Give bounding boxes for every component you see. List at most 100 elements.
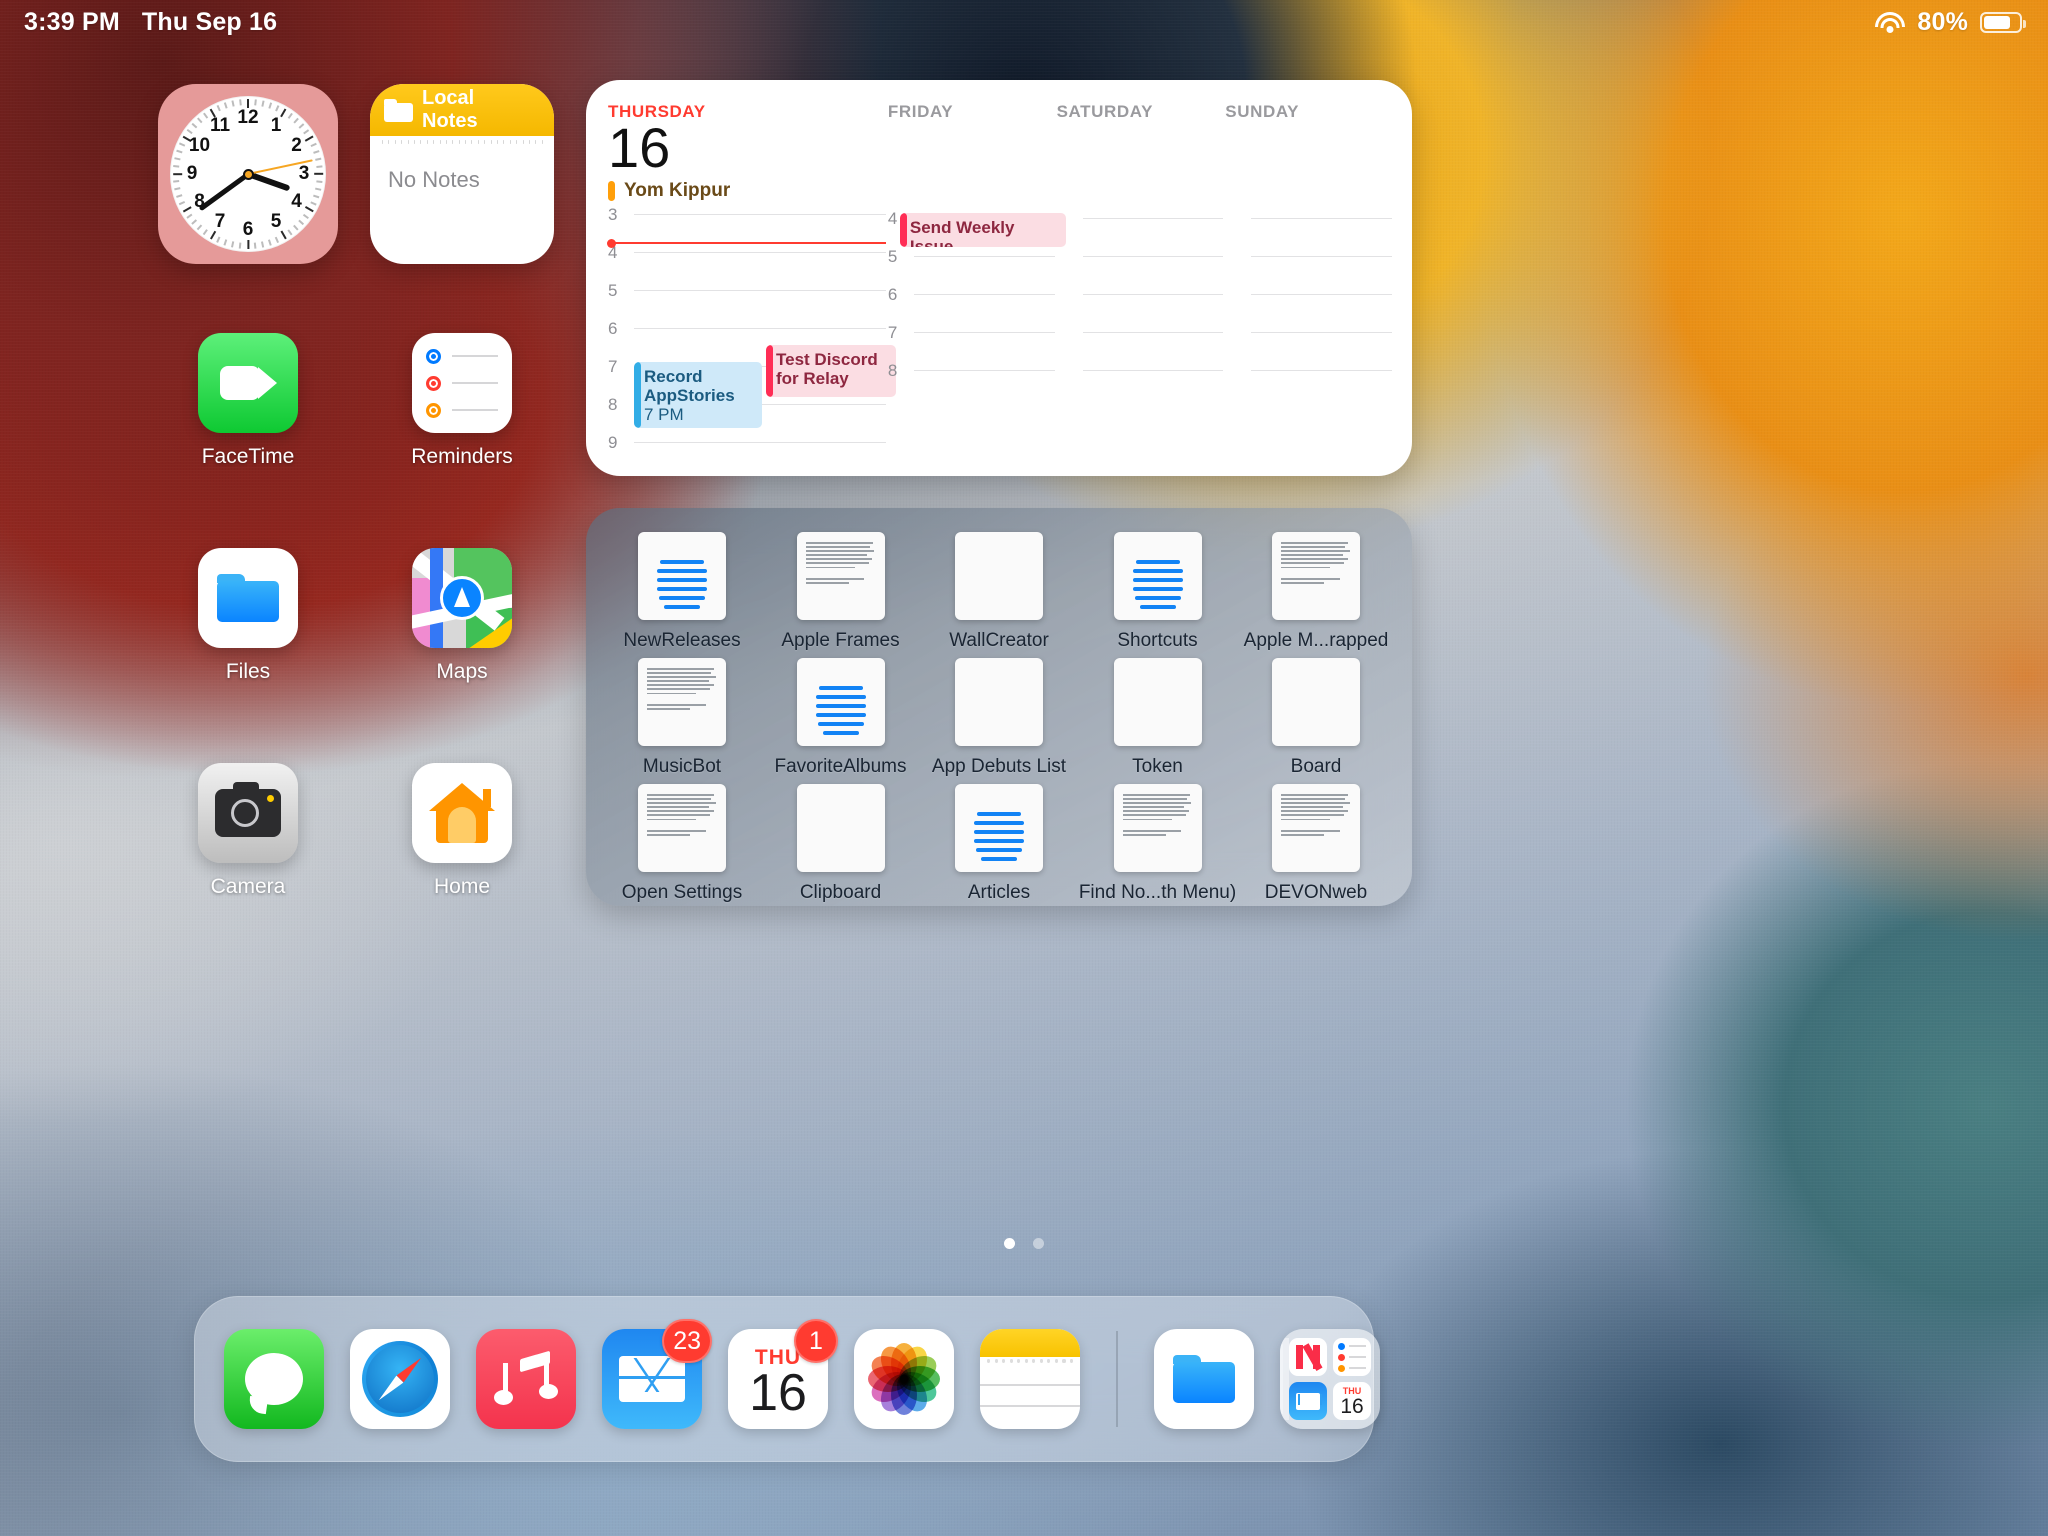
app-maps[interactable]: Maps <box>382 548 542 684</box>
shortcut-item[interactable]: Shortcuts <box>1090 532 1226 652</box>
clock-tick <box>261 241 265 248</box>
calendar-hour-label: 8 <box>887 361 898 380</box>
clock-tick <box>310 142 317 147</box>
clock-tick <box>268 102 272 109</box>
clock-tick <box>303 129 310 135</box>
page-dot[interactable] <box>1033 1238 1044 1249</box>
clock-tick <box>293 117 299 124</box>
clock-numeral: 11 <box>209 114 231 136</box>
clock-tick <box>197 224 203 231</box>
holiday-label: Yom Kippur <box>624 180 731 201</box>
shortcut-item[interactable]: Token <box>1090 658 1226 778</box>
clock-tick <box>231 241 235 248</box>
calendar-column-thursday[interactable]: THURSDAY 16 Yom Kippur 3 4 5 6 7 8 9 Record AppSto… <box>607 102 896 462</box>
calendar-hour-label: 7 <box>887 323 898 342</box>
dock-app-notes[interactable] <box>980 1329 1080 1429</box>
calendar-event[interactable]: Send Weekly Issue <box>899 213 1066 247</box>
page-dot[interactable] <box>1004 1238 1015 1249</box>
shortcut-item[interactable]: Articles <box>931 784 1067 904</box>
calendar-event[interactable]: Test Discord for Relay <box>766 345 896 397</box>
calendar-hour-row <box>1057 256 1226 294</box>
calendar-hour-line <box>634 214 886 215</box>
clock-tick <box>268 239 272 246</box>
shortcut-label: Apple M...rapped <box>1243 630 1389 651</box>
holiday-color-bar <box>608 181 615 201</box>
shortcut-item[interactable]: App Debuts List <box>931 658 1067 778</box>
clock-tick <box>203 229 209 236</box>
calendar-column-friday[interactable]: FRIDAY 4 5 6 7 8 Send Weekly Issue <box>887 102 1066 462</box>
reminders-icon <box>1333 1338 1371 1376</box>
clock-numeral: 10 <box>188 135 211 156</box>
calendar-widget[interactable]: THURSDAY 16 Yom Kippur 3 4 5 6 7 8 9 Record AppSto… <box>586 80 1412 476</box>
shortcut-label: Open Settings <box>621 882 743 903</box>
calendar-hour-line <box>913 370 1055 371</box>
calendar-hour-row <box>1225 370 1394 408</box>
clock-widget[interactable]: 12 1 2 3 4 5 6 7 8 9 10 11 <box>158 84 338 264</box>
clock-numeral: 1 <box>270 114 282 136</box>
shortcut-item[interactable]: WallCreator <box>931 532 1067 652</box>
document-text-icon <box>647 794 717 836</box>
shortcut-preview-card <box>638 532 726 620</box>
shortcut-item[interactable]: DEVONweb <box>1248 784 1384 904</box>
notes-widget[interactable]: Local Notes No Notes <box>370 84 554 264</box>
calendar-hour-grid: 4 5 6 7 8 Send Weekly Issue <box>887 209 1066 408</box>
document-text-icon <box>1122 794 1193 836</box>
status-date: Thu Sep 16 <box>141 7 278 36</box>
shortcut-item[interactable]: Open Settings <box>614 784 750 904</box>
calendar-hour-line <box>1251 332 1392 333</box>
clock-hour-hand <box>246 171 291 192</box>
calendar-hour-row: 6 <box>888 285 1057 332</box>
dock-app-photos[interactable] <box>854 1329 954 1429</box>
calendar-column-sunday[interactable]: SUNDAY <box>1225 102 1394 462</box>
calendar-hour-row: 4 <box>608 243 888 290</box>
dock-app-mail[interactable]: 23 <box>602 1319 712 1429</box>
app-files[interactable]: Files <box>168 548 328 684</box>
clock-tick <box>173 165 180 168</box>
calendar-hour-line <box>1251 370 1392 371</box>
shortcut-label: Articles <box>967 882 1031 903</box>
dock-app-safari[interactable] <box>350 1329 450 1429</box>
calendar-hour-line <box>1082 370 1224 371</box>
shortcut-item[interactable]: Apple M...rapped <box>1244 532 1388 652</box>
shortcut-item[interactable]: Apple Frames <box>773 532 909 652</box>
calendar-header-spacer <box>888 122 1057 206</box>
shortcut-item[interactable]: Board <box>1248 658 1384 778</box>
calendar-event[interactable]: Record AppStories 7 PM <box>634 362 762 428</box>
calendar-hour-row: 5 <box>888 247 1057 294</box>
clock-tick <box>231 100 235 107</box>
app-camera[interactable]: Camera <box>168 763 328 899</box>
dock: 23 THU 16 1 THU 16 <box>194 1296 1380 1462</box>
shortcut-preview-card <box>638 784 726 872</box>
clock-tick <box>179 142 186 147</box>
dock-app-music[interactable] <box>476 1329 576 1429</box>
page-indicator-dots[interactable] <box>0 1238 2048 1249</box>
document-lines-icon <box>806 668 876 735</box>
clock-tick <box>313 150 320 154</box>
shortcut-item[interactable]: Find No...th Menu) <box>1079 784 1236 904</box>
shortcut-preview-card <box>1113 532 1202 620</box>
app-facetime[interactable]: FaceTime <box>168 333 328 469</box>
dock-recent-files[interactable] <box>1154 1329 1254 1429</box>
calendar-hour-line <box>1082 332 1224 333</box>
mail-badge: 23 <box>662 1319 712 1363</box>
shortcut-item[interactable]: FavoriteAlbums <box>773 658 909 778</box>
wifi-icon <box>1875 11 1906 33</box>
app-reminders[interactable]: Reminders <box>382 333 542 469</box>
shortcut-label: Find No...th Menu) <box>1078 882 1237 903</box>
clock-numeral: 5 <box>270 211 282 233</box>
app-home[interactable]: Home <box>382 763 542 899</box>
dock-app-library-stack[interactable]: THU 16 <box>1280 1329 1380 1429</box>
calendar-column-saturday[interactable]: SATURDAY <box>1057 102 1226 462</box>
shortcut-item[interactable]: Clipboard <box>773 784 909 904</box>
shortcut-preview-card <box>796 784 885 872</box>
calendar-hour-label: 6 <box>608 319 618 338</box>
shortcut-item[interactable]: MusicBot <box>614 658 750 778</box>
perforation-dot <box>1024 1359 1028 1363</box>
calendar-event-title: Test Discord for Relay <box>776 350 878 388</box>
dock-app-calendar[interactable]: THU 16 1 <box>728 1319 838 1429</box>
shortcuts-widget[interactable]: NewReleases Apple Frames WallCreator Shortc… <box>586 508 1412 906</box>
dock-app-messages[interactable] <box>224 1329 324 1429</box>
calendar-hour-line <box>634 442 886 443</box>
shortcut-preview-card <box>1272 532 1360 620</box>
shortcut-item[interactable]: NewReleases <box>614 532 750 652</box>
